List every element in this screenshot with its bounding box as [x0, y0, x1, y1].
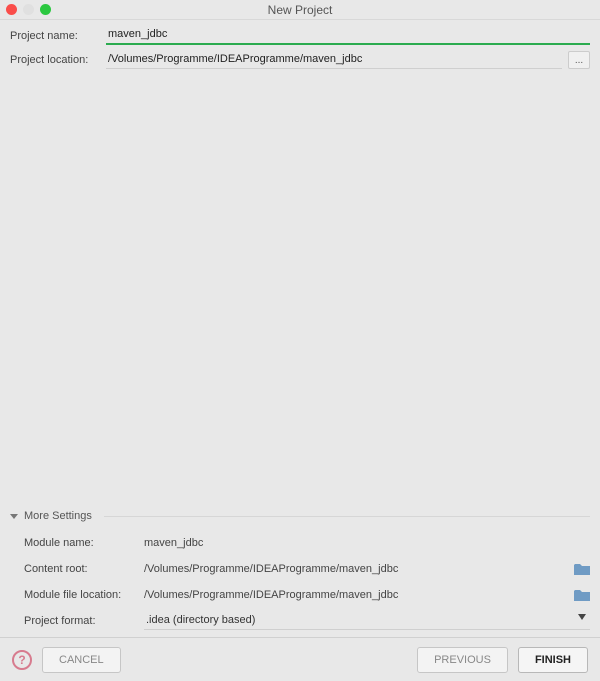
chevron-down-icon: [10, 514, 18, 519]
help-button[interactable]: ?: [12, 650, 32, 670]
project-name-field: [106, 26, 590, 45]
project-location-input[interactable]: [106, 51, 562, 68]
project-location-browse-button[interactable]: ...: [568, 51, 590, 69]
module-name-value[interactable]: maven_jdbc: [144, 537, 590, 549]
module-name-row: Module name: maven_jdbc: [24, 530, 590, 556]
folder-icon[interactable]: [574, 563, 590, 575]
form-body: Project name: Project location: ...: [0, 20, 600, 69]
close-window-icon[interactable]: [6, 4, 17, 15]
module-file-label: Module file location:: [24, 589, 144, 601]
project-name-input[interactable]: [106, 26, 590, 43]
content-root-row: Content root: /Volumes/Programme/IDEAPro…: [24, 556, 590, 582]
previous-button[interactable]: PREVIOUS: [417, 647, 508, 673]
project-location-label: Project location:: [10, 54, 106, 66]
project-format-label: Project format:: [24, 615, 144, 627]
cancel-button[interactable]: CANCEL: [42, 647, 121, 673]
more-settings-toggle[interactable]: More Settings: [10, 510, 590, 522]
more-settings-title: More Settings: [24, 510, 92, 522]
content-root-label: Content root:: [24, 563, 144, 575]
divider: [104, 516, 590, 517]
project-format-dropdown[interactable]: .idea (directory based): [144, 612, 590, 630]
project-name-row: Project name:: [10, 26, 590, 45]
project-location-field: [106, 51, 562, 69]
project-location-row: Project location: ...: [10, 51, 590, 69]
minimize-window-icon[interactable]: [23, 4, 34, 15]
zoom-window-icon[interactable]: [40, 4, 51, 15]
project-format-row: Project format: .idea (directory based): [24, 608, 590, 634]
module-file-row: Module file location: /Volumes/Programme…: [24, 582, 590, 608]
footer-bar: ? CANCEL PREVIOUS FINISH: [0, 637, 600, 681]
window-controls: [6, 4, 51, 15]
window-title: New Project: [0, 3, 600, 17]
title-bar: New Project: [0, 0, 600, 20]
project-format-value: .idea (directory based): [146, 614, 255, 626]
finish-button[interactable]: FINISH: [518, 647, 588, 673]
folder-icon[interactable]: [574, 589, 590, 601]
dropdown-caret-icon: [578, 614, 586, 620]
more-settings-body: Module name: maven_jdbc Content root: /V…: [10, 522, 590, 634]
content-root-value[interactable]: /Volumes/Programme/IDEAProgramme/maven_j…: [144, 563, 566, 575]
module-name-label: Module name:: [24, 537, 144, 549]
more-settings-section: More Settings Module name: maven_jdbc Co…: [10, 510, 590, 634]
project-name-label: Project name:: [10, 30, 106, 42]
module-file-value[interactable]: /Volumes/Programme/IDEAProgramme/maven_j…: [144, 589, 566, 601]
